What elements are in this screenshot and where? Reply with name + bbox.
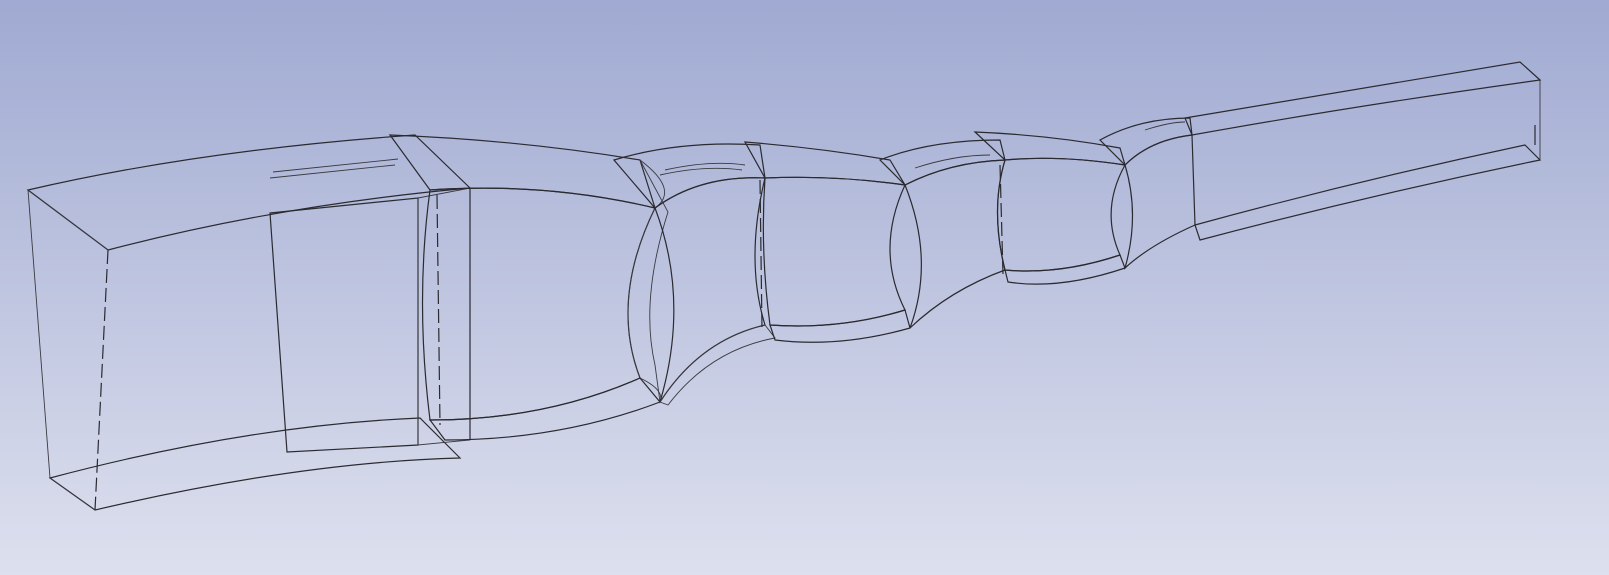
waveguide-model-render[interactable] xyxy=(0,0,1609,575)
viewport-background xyxy=(0,0,1609,575)
3d-viewport[interactable] xyxy=(0,0,1609,575)
